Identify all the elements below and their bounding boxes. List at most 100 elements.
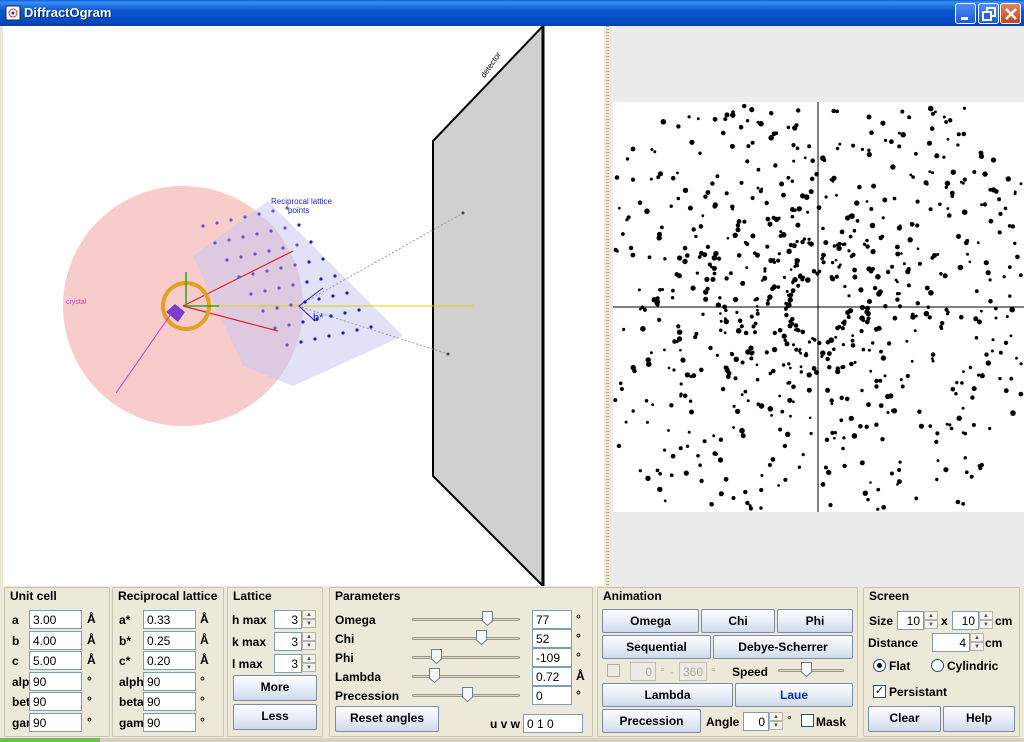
size-width-field[interactable]: 10 (897, 611, 924, 630)
spin-down-icon[interactable]: ▼ (970, 642, 984, 651)
value-field[interactable]: 0.20 (143, 651, 196, 670)
spin-up-icon[interactable]: ▲ (979, 611, 993, 620)
slider-thumb-icon[interactable] (431, 649, 442, 664)
less-button[interactable]: Less (233, 704, 317, 730)
diffraction-spot (871, 183, 877, 189)
distance-spinner[interactable]: ▲ ▼ (970, 633, 984, 652)
value-field[interactable]: 77 (532, 610, 572, 629)
omega-animation-button[interactable]: Omega (602, 609, 699, 633)
lattice-point (333, 274, 337, 278)
value-field[interactable]: 90 (29, 671, 82, 691)
slider-thumb-icon[interactable] (476, 630, 487, 645)
spin-down-icon[interactable]: ▼ (302, 663, 316, 672)
spin-down-icon[interactable]: ▼ (979, 620, 993, 629)
diffraction-spot (972, 170, 977, 174)
range-checkbox[interactable] (607, 664, 620, 677)
precession-animation-button[interactable]: Precession (602, 709, 701, 733)
value-field[interactable]: 0.25 (143, 630, 196, 650)
value-field[interactable]: 90 (143, 671, 196, 691)
range-to-field[interactable]: 360 (679, 662, 707, 681)
angle-field[interactable]: 0 (743, 712, 769, 731)
slider-thumb-icon[interactable] (462, 687, 473, 702)
distance-field[interactable]: 4 (932, 633, 970, 652)
value-field[interactable]: 4.00 (29, 630, 82, 650)
title-bar: DiffractOgram (0, 0, 1024, 26)
sequential-button[interactable]: Sequential (602, 635, 711, 659)
value-field[interactable]: 52 (532, 629, 572, 648)
flat-radio[interactable] (873, 659, 886, 672)
value-spinner[interactable]: ▲ ▼ (302, 654, 316, 673)
speed-slider[interactable] (778, 662, 844, 679)
value-spinner[interactable]: ▲ ▼ (302, 610, 316, 629)
range-from-field[interactable]: 0 (630, 662, 656, 681)
persistant-checkbox[interactable]: ✓ (873, 685, 886, 698)
spin-up-icon[interactable]: ▲ (302, 610, 316, 619)
value-field[interactable]: 3.00 (29, 610, 82, 629)
spin-up-icon[interactable]: ▲ (302, 632, 316, 641)
restore-button[interactable] (978, 3, 999, 24)
diffraction-spot (790, 322, 795, 326)
slider-thumb-icon[interactable] (429, 668, 440, 683)
scene-3d-canvas[interactable]: b* crystal Reciprocal lattice points det… (3, 26, 604, 586)
size-height-spinner[interactable]: ▲ ▼ (979, 611, 993, 630)
spin-down-icon[interactable]: ▼ (924, 620, 938, 629)
spin-down-icon[interactable]: ▼ (769, 721, 783, 730)
parameter-slider[interactable] (412, 687, 520, 704)
spin-up-icon[interactable]: ▲ (769, 712, 783, 721)
close-button[interactable] (1000, 3, 1021, 24)
phi-animation-button[interactable]: Phi (777, 609, 853, 633)
value-field[interactable]: 0 (532, 686, 572, 705)
value-field[interactable]: 90 (143, 692, 196, 711)
value-field[interactable]: 90 (29, 712, 82, 732)
diffraction-spot (707, 262, 712, 267)
spin-up-icon[interactable]: ▲ (924, 611, 938, 620)
more-button[interactable]: More (233, 675, 317, 701)
value-field[interactable]: 3 (274, 632, 302, 651)
value-field[interactable]: 3 (274, 610, 302, 629)
chi-animation-button[interactable]: Chi (701, 609, 775, 633)
spin-up-icon[interactable]: ▲ (970, 633, 984, 642)
spin-down-icon[interactable]: ▼ (302, 641, 316, 650)
size-height-field[interactable]: 10 (952, 611, 979, 630)
reset-angles-button[interactable]: Reset angles (335, 706, 439, 732)
help-button[interactable]: Help (943, 706, 1015, 732)
value-field[interactable]: 5.00 (29, 651, 82, 670)
split-divider[interactable] (604, 26, 611, 586)
slider-thumb-icon[interactable] (482, 611, 493, 626)
cylindric-radio[interactable] (931, 659, 944, 672)
speed-thumb-icon[interactable] (801, 662, 812, 677)
spin-up-icon[interactable]: ▲ (302, 654, 316, 663)
size-width-spinner[interactable]: ▲ ▼ (924, 611, 938, 630)
value-field[interactable]: 90 (143, 712, 196, 732)
parameter-slider[interactable] (412, 611, 520, 628)
debye-scherrer-button[interactable]: Debye-Scherrer (713, 635, 853, 659)
diffraction-spot (850, 343, 856, 348)
parameter-slider[interactable] (412, 668, 520, 685)
diffraction-spot (841, 343, 845, 347)
parameter-slider[interactable] (412, 649, 520, 666)
value-spinner[interactable]: ▲ ▼ (302, 632, 316, 651)
uvw-field[interactable]: 0 1 0 (523, 714, 583, 733)
field-label: h max (232, 613, 267, 627)
value-field[interactable]: 0.33 (143, 610, 196, 629)
diffraction-spot (852, 267, 857, 273)
value-field[interactable]: 0.72 (532, 667, 572, 686)
parameter-slider[interactable] (412, 630, 520, 647)
value-field[interactable]: 3 (274, 654, 302, 673)
scene-3d-view[interactable]: b* crystal Reciprocal lattice points det… (3, 26, 604, 586)
value-field[interactable]: 90 (29, 692, 82, 711)
laue-button[interactable]: Laue (735, 683, 853, 707)
spin-down-icon[interactable]: ▼ (302, 619, 316, 628)
angle-spinner[interactable]: ▲ ▼ (769, 712, 783, 731)
diffraction-spot (771, 368, 776, 374)
minimize-button[interactable] (955, 3, 976, 24)
diffraction-spot (765, 216, 771, 222)
diffraction-screen[interactable] (613, 102, 1024, 512)
mask-checkbox[interactable] (801, 714, 814, 727)
unit-label: ° (576, 688, 581, 702)
clear-button[interactable]: Clear (868, 706, 941, 732)
value-field[interactable]: -109 (532, 648, 572, 667)
lambda-animation-button[interactable]: Lambda (602, 683, 733, 707)
diffraction-spot (835, 193, 838, 197)
divider-grip[interactable] (606, 26, 609, 586)
